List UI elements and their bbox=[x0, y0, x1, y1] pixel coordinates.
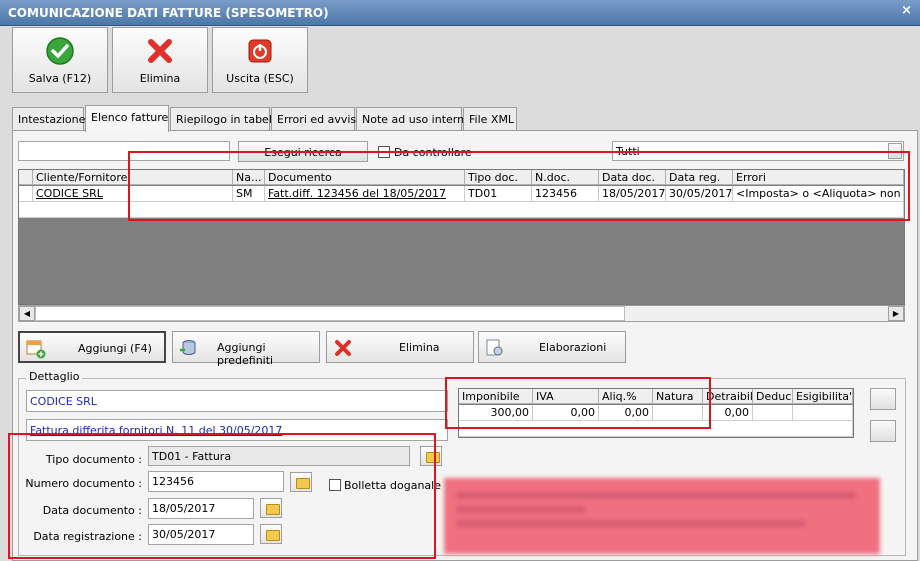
add-predefined-label: Aggiungi predefiniti bbox=[217, 341, 274, 367]
window-title: COMUNICAZIONE DATI FATTURE (SPESOMETRO) bbox=[8, 6, 329, 20]
col-deducibile[interactable]: Deduc. bbox=[753, 389, 793, 404]
client-field[interactable]: CODICE SRL bbox=[26, 390, 448, 412]
highlight-box-grid bbox=[128, 151, 910, 221]
scroll-thumb[interactable] bbox=[35, 306, 625, 321]
row-indicator[interactable] bbox=[19, 186, 33, 202]
delete-label: Elimina bbox=[139, 72, 181, 85]
col-esigibilita[interactable]: Esigibilita' bbox=[793, 389, 853, 404]
add-button[interactable]: Aggiungi (F4) bbox=[18, 331, 166, 363]
red-x-icon bbox=[335, 340, 351, 356]
window-title-bar: COMUNICAZIONE DATI FATTURE (SPESOMETRO) bbox=[0, 0, 920, 26]
scroll-right-icon[interactable]: ▶ bbox=[888, 306, 904, 321]
tab-errori-avvisi[interactable]: Errori ed avvisi bbox=[271, 107, 359, 131]
exit-button[interactable]: Uscita (ESC) bbox=[212, 27, 308, 93]
close-icon[interactable]: × bbox=[901, 3, 912, 18]
tab-intestazione[interactable]: Intestazione bbox=[12, 107, 85, 131]
blurred-note-area bbox=[444, 478, 880, 554]
checkmark-icon bbox=[46, 37, 74, 65]
iva-add-button[interactable] bbox=[870, 388, 896, 410]
horizontal-scrollbar[interactable]: ◀ ▶ bbox=[18, 305, 905, 322]
add-predefined-button[interactable]: Aggiungi predefiniti bbox=[172, 331, 320, 367]
delete-button[interactable]: Elimina bbox=[112, 27, 208, 93]
database-icon bbox=[180, 340, 196, 355]
process-button[interactable]: Elaborazioni bbox=[478, 331, 626, 363]
highlight-box-iva bbox=[445, 377, 711, 429]
gears-document-icon bbox=[486, 339, 503, 356]
red-x-icon bbox=[148, 39, 172, 63]
power-icon bbox=[248, 39, 272, 63]
delete-row-button[interactable]: Elimina bbox=[326, 331, 474, 363]
process-label: Elaborazioni bbox=[539, 341, 607, 354]
add-row-icon bbox=[26, 340, 46, 359]
highlight-box-form bbox=[8, 433, 436, 559]
exit-label: Uscita (ESC) bbox=[226, 72, 294, 85]
iva-remove-button[interactable] bbox=[870, 420, 896, 442]
add-label: Aggiungi (F4) bbox=[78, 342, 152, 355]
detail-group-title: Dettaglio bbox=[26, 370, 83, 383]
grid-corner bbox=[19, 170, 33, 185]
save-button[interactable]: Salva (F12) bbox=[12, 27, 108, 93]
delete-row-label: Elimina bbox=[399, 341, 440, 354]
cell-esigibilita[interactable] bbox=[793, 405, 853, 421]
tab-elenco-fatture[interactable]: Elenco fatture bbox=[85, 105, 169, 132]
tab-file-xml[interactable]: File XML bbox=[463, 107, 517, 131]
tab-note-interne[interactable]: Note ad uso interno bbox=[356, 107, 471, 131]
cell-deducibile[interactable] bbox=[753, 405, 793, 421]
tab-riepilogo[interactable]: Riepilogo in tabella bbox=[170, 107, 282, 131]
scroll-left-icon[interactable]: ◀ bbox=[19, 306, 35, 321]
save-label: Salva (F12) bbox=[28, 72, 92, 85]
